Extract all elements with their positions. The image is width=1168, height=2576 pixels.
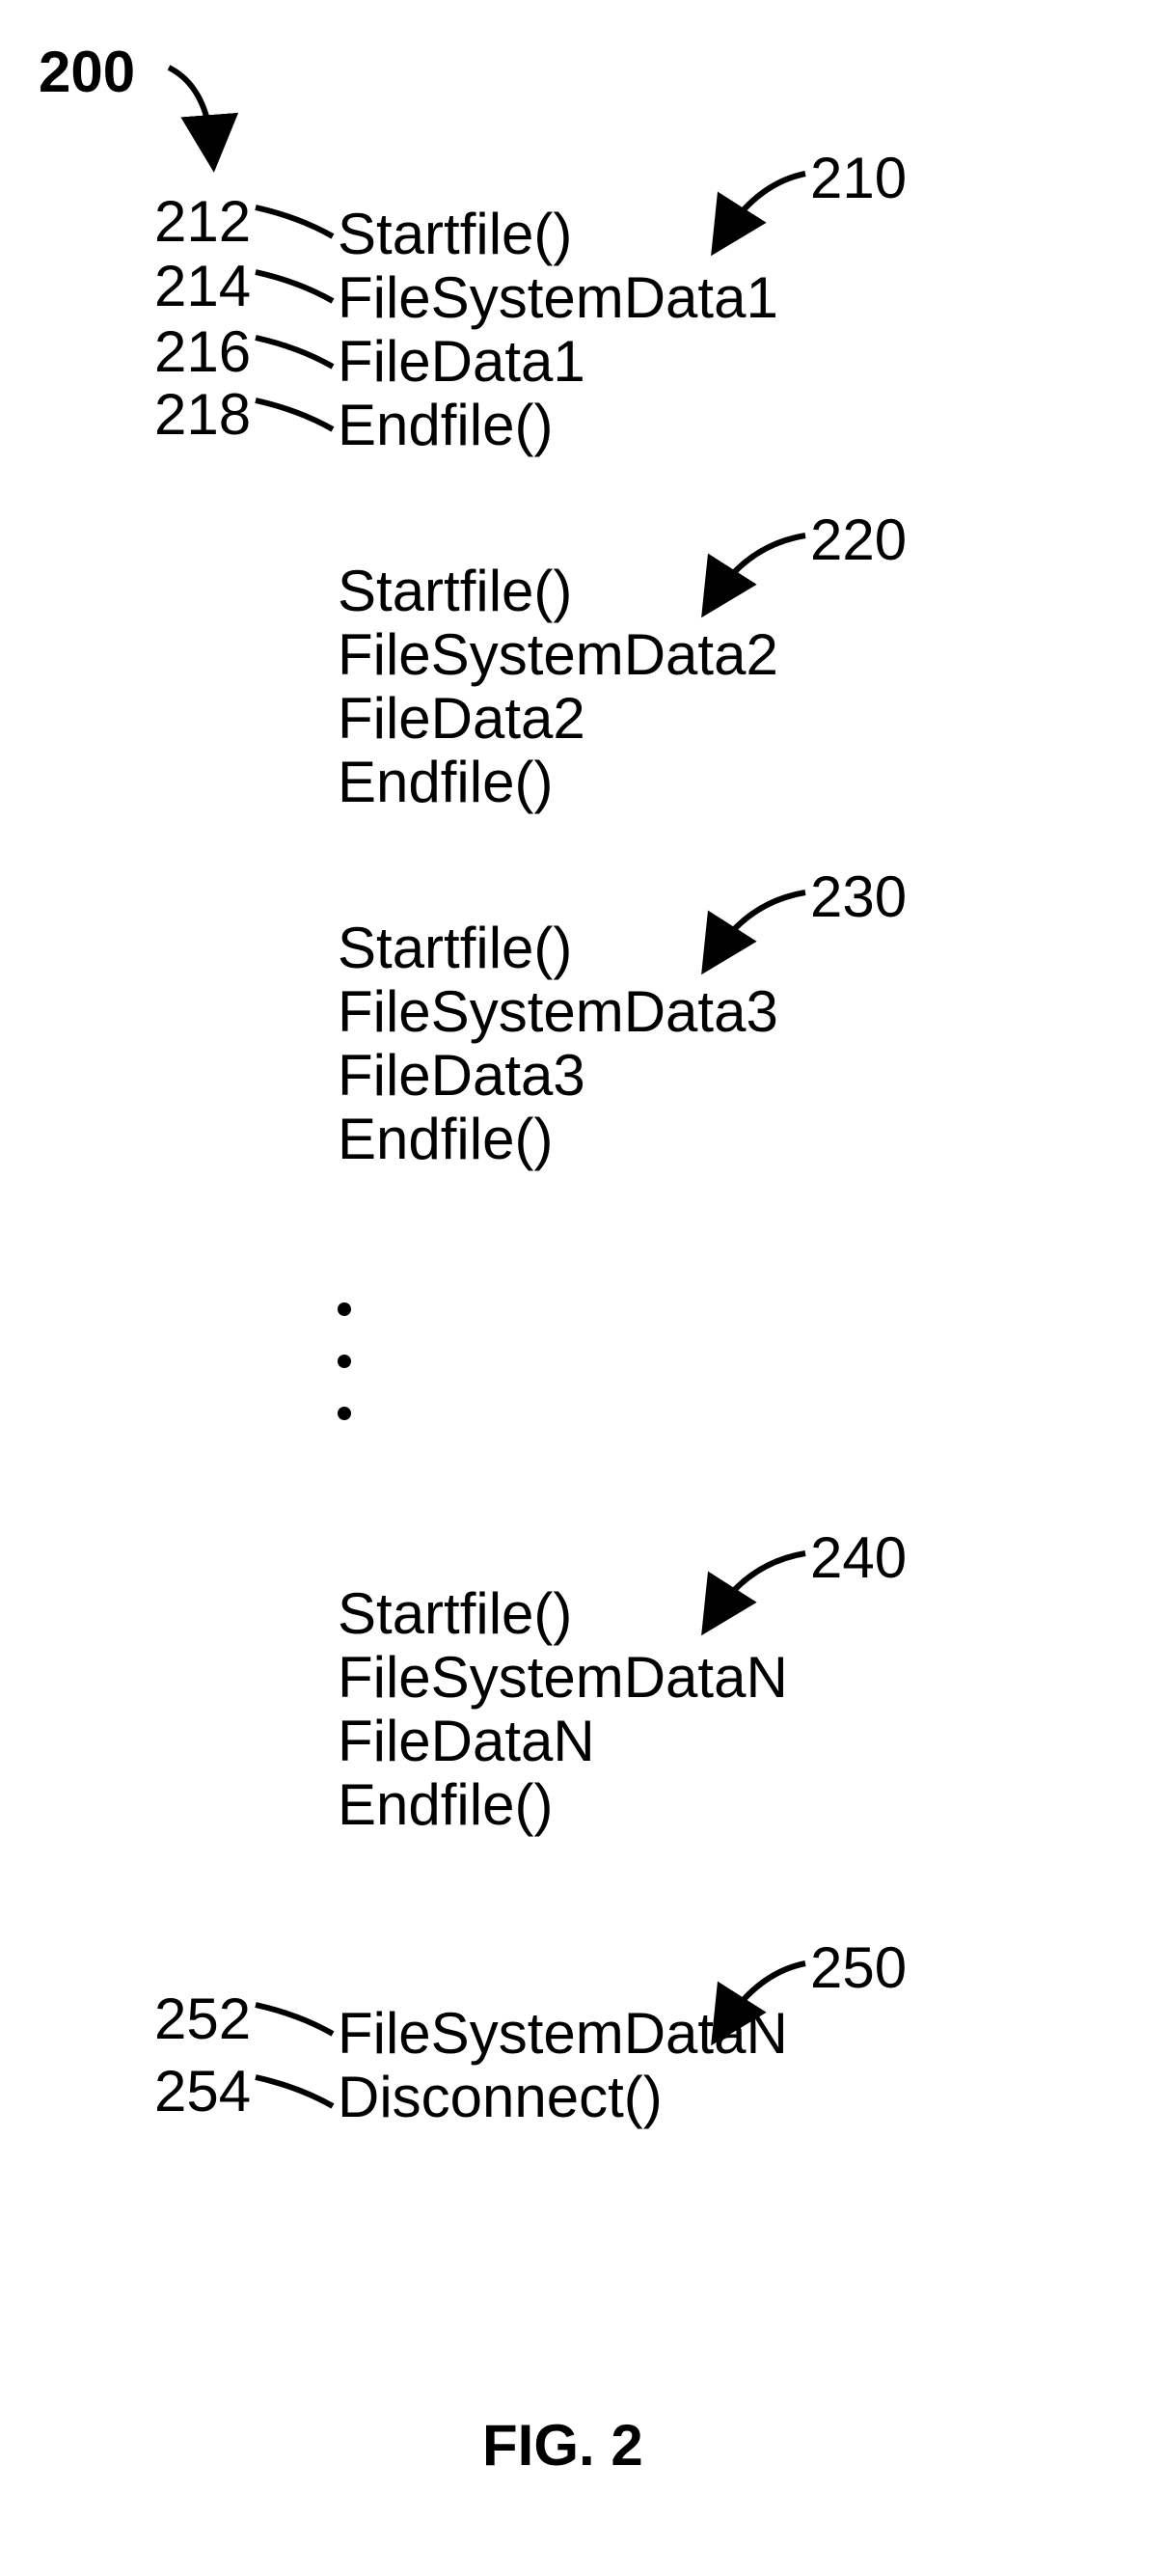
- dot-icon: [338, 1407, 351, 1420]
- line-endfile: Endfile(): [338, 1108, 778, 1171]
- line-endfile: Endfile(): [338, 1773, 788, 1837]
- connector-254: [251, 2072, 338, 2121]
- ref-216: 216: [154, 318, 251, 385]
- ref-254: 254: [154, 2058, 251, 2124]
- vertical-ellipsis: [338, 1302, 351, 1420]
- line-filedata3: FileData3: [338, 1044, 778, 1108]
- leader-arrow-220: [704, 526, 820, 613]
- line-filesystemdata2: FileSystemData2: [338, 623, 778, 687]
- leader-arrow-230: [704, 883, 820, 970]
- dot-icon: [338, 1355, 351, 1368]
- line-filedata1: FileData1: [338, 330, 778, 394]
- leader-arrow-210: [714, 164, 820, 251]
- leader-arrow-200: [154, 58, 260, 164]
- line-filedatan: FileDataN: [338, 1710, 788, 1773]
- ref-218: 218: [154, 381, 251, 448]
- leader-arrow-240: [704, 1544, 820, 1631]
- line-filesystemdatan: FileSystemDataN: [338, 1646, 788, 1710]
- ref-230: 230: [810, 863, 907, 930]
- connector-212: [251, 203, 338, 251]
- block-210: Startfile() FileSystemData1 FileData1 En…: [338, 203, 778, 457]
- connector-218: [251, 396, 338, 444]
- line-endfile: Endfile(): [338, 394, 778, 457]
- figure-number: 200: [39, 39, 135, 105]
- connector-252: [251, 2000, 338, 2048]
- line-filedata2: FileData2: [338, 687, 778, 751]
- figure-caption: FIG. 2: [482, 2412, 643, 2479]
- ref-210: 210: [810, 145, 907, 211]
- line-filesystemdata1: FileSystemData1: [338, 266, 778, 330]
- line-startfile: Startfile(): [338, 203, 778, 266]
- connector-216: [251, 333, 338, 381]
- line-disconnect: Disconnect(): [338, 2066, 788, 2129]
- ref-220: 220: [810, 507, 907, 573]
- line-endfile: Endfile(): [338, 751, 778, 814]
- line-filesystemdata3: FileSystemData3: [338, 980, 778, 1044]
- leader-arrow-250: [714, 1954, 820, 2041]
- dot-icon: [338, 1302, 351, 1316]
- ref-212: 212: [154, 188, 251, 255]
- ref-252: 252: [154, 1986, 251, 2052]
- figure-200: 200 Startfile() FileSystemData1 FileData…: [0, 0, 1168, 2576]
- ref-240: 240: [810, 1524, 907, 1591]
- ref-250: 250: [810, 1934, 907, 2001]
- connector-214: [251, 267, 338, 315]
- ref-214: 214: [154, 253, 251, 319]
